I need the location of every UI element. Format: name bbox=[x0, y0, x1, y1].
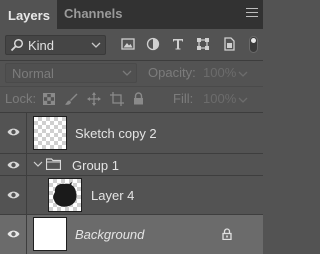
type-filter-icon[interactable] bbox=[171, 37, 185, 51]
search-icon bbox=[10, 38, 24, 52]
layer-row-group-1[interactable]: Group 1 bbox=[0, 154, 263, 176]
smart-object-filter-icon[interactable] bbox=[222, 37, 236, 51]
shape-filter-icon[interactable] bbox=[196, 37, 210, 51]
opacity-label: Opacity: bbox=[148, 65, 196, 80]
folder-icon bbox=[46, 158, 61, 170]
image-filter-icon[interactable] bbox=[121, 37, 135, 51]
layer-filter-row: Kind bbox=[0, 29, 263, 60]
tab-channels[interactable]: Channels bbox=[57, 0, 131, 29]
chevron-down-icon[interactable] bbox=[238, 69, 248, 79]
chevron-down-icon bbox=[122, 70, 132, 76]
filter-toggle[interactable] bbox=[249, 36, 258, 53]
layer-row-background[interactable]: Background bbox=[0, 215, 263, 254]
blend-mode-select[interactable]: Normal bbox=[5, 63, 137, 83]
eye-icon[interactable] bbox=[7, 127, 20, 137]
visibility-toggle[interactable] bbox=[0, 113, 27, 153]
chevron-down-icon bbox=[91, 42, 101, 48]
lock-artboard-icon[interactable] bbox=[110, 92, 124, 106]
layer-thumbnail bbox=[33, 217, 67, 251]
panel-tab-bar: Layers Channels bbox=[0, 0, 263, 29]
layer-name[interactable]: Layer 4 bbox=[91, 188, 134, 203]
lock-row: Lock: Fill: 100% bbox=[0, 86, 263, 112]
sketch-blob-shape bbox=[53, 182, 77, 207]
visibility-toggle[interactable] bbox=[0, 176, 27, 214]
filter-kind-label: Kind bbox=[28, 38, 55, 53]
lock-icon[interactable] bbox=[222, 228, 232, 240]
blend-mode-value: Normal bbox=[12, 66, 54, 81]
layer-name[interactable]: Background bbox=[75, 227, 144, 242]
adjustment-filter-icon[interactable] bbox=[146, 37, 160, 51]
fill-label: Fill: bbox=[173, 91, 194, 106]
eye-icon[interactable] bbox=[7, 229, 20, 239]
lock-label: Lock: bbox=[5, 91, 37, 106]
eye-icon[interactable] bbox=[7, 160, 20, 170]
layer-name[interactable]: Group 1 bbox=[72, 158, 119, 173]
blend-row: Normal Opacity: 100% bbox=[0, 60, 263, 86]
fill-value[interactable]: 100% bbox=[203, 91, 236, 106]
layer-thumbnail bbox=[48, 178, 82, 212]
lock-all-icon[interactable] bbox=[133, 92, 144, 105]
lock-position-icon[interactable] bbox=[87, 92, 101, 106]
chevron-down-icon[interactable] bbox=[238, 95, 248, 105]
chevron-down-icon[interactable] bbox=[33, 159, 43, 169]
layer-name[interactable]: Sketch copy 2 bbox=[75, 126, 157, 141]
layer-thumbnail bbox=[33, 116, 67, 150]
opacity-value[interactable]: 100% bbox=[203, 65, 236, 80]
layer-row-sketch-copy-2[interactable]: Sketch copy 2 bbox=[0, 113, 263, 154]
filter-kind-select[interactable]: Kind bbox=[5, 35, 106, 55]
visibility-toggle[interactable] bbox=[0, 154, 27, 175]
eye-icon[interactable] bbox=[7, 190, 20, 200]
lock-transparent-pixels-icon[interactable] bbox=[43, 93, 55, 105]
panel-menu-icon[interactable] bbox=[246, 8, 258, 17]
layer-row-layer-4[interactable]: Layer 4 bbox=[0, 176, 263, 215]
tab-layers[interactable]: Layers bbox=[0, 0, 57, 29]
lock-image-pixels-icon[interactable] bbox=[64, 92, 78, 106]
visibility-toggle[interactable] bbox=[0, 215, 27, 254]
